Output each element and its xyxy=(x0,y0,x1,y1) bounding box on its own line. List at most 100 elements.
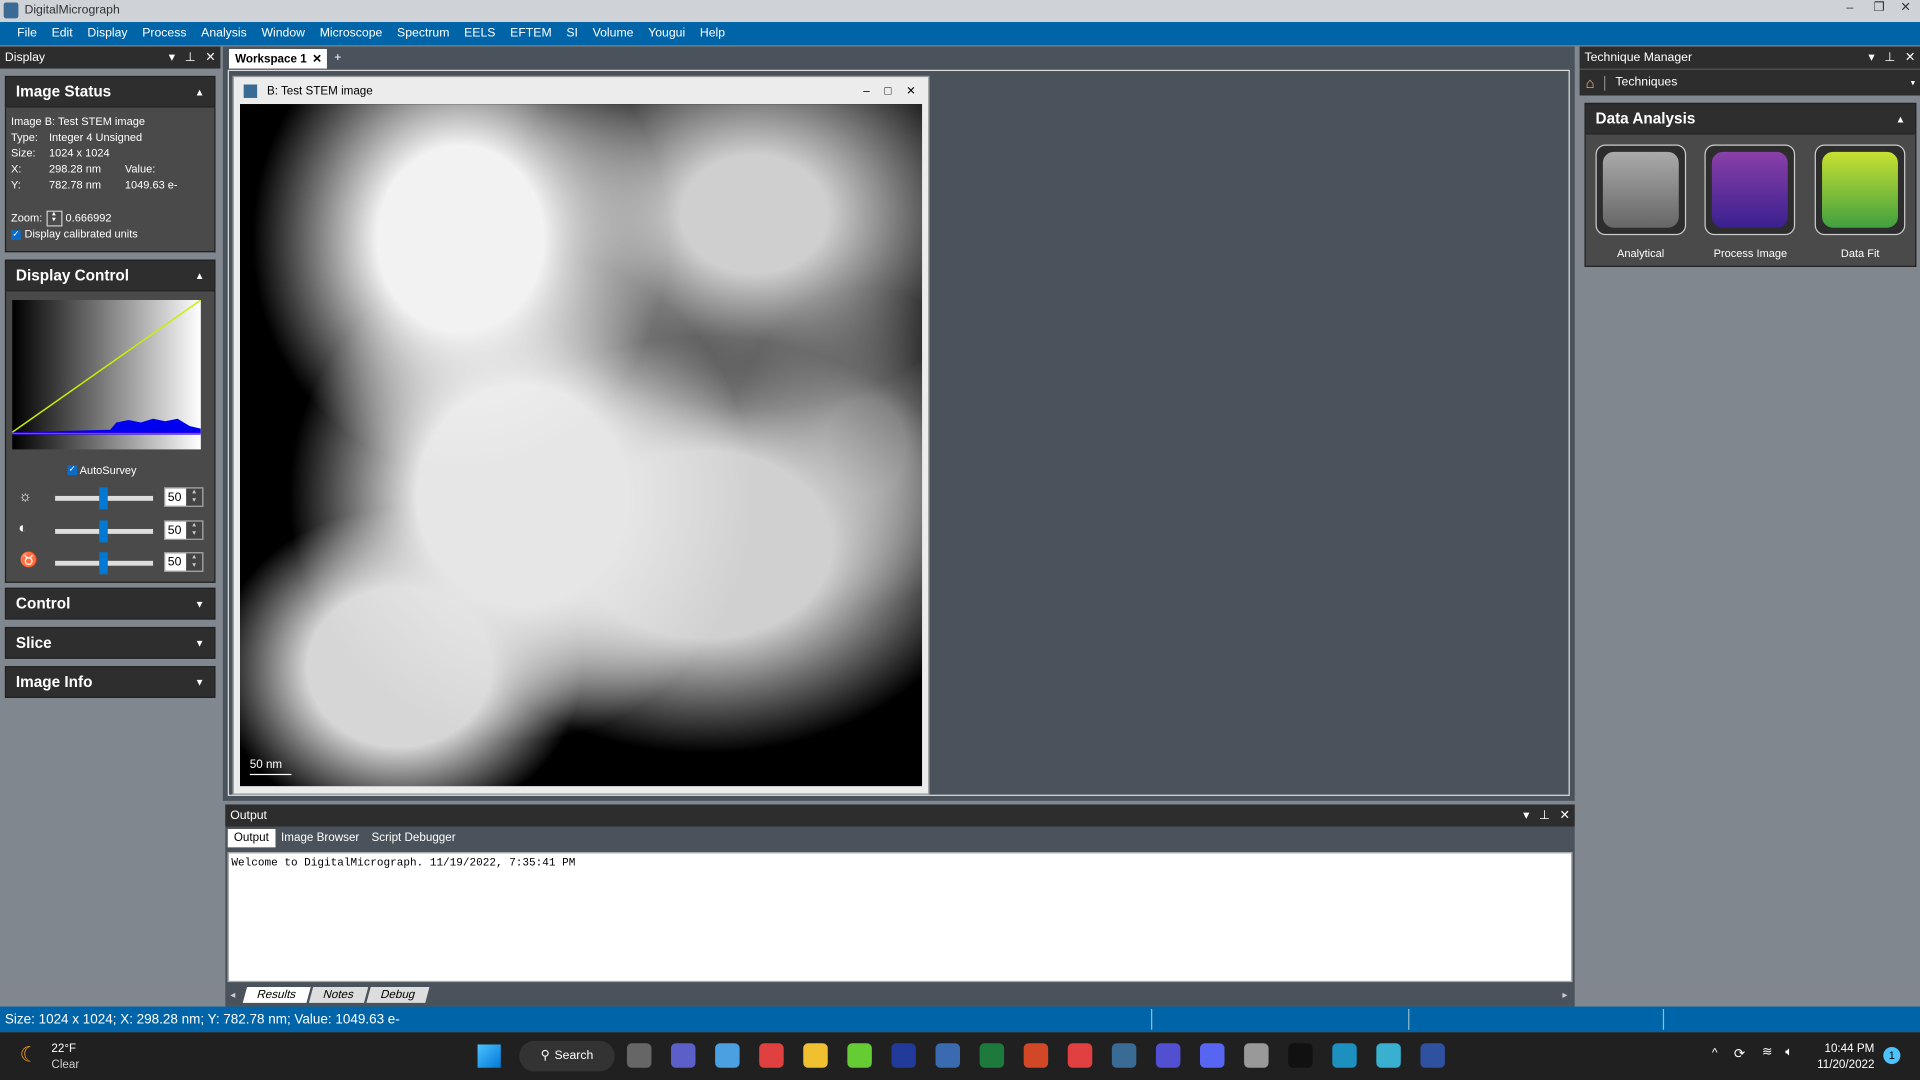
contrast-input[interactable]: 50 ▴ ▾ xyxy=(164,520,204,541)
gradient-bar xyxy=(12,434,201,450)
slice-section[interactable]: Slice ▼ xyxy=(4,626,216,659)
tile-process-image[interactable]: Process Image xyxy=(1705,144,1796,265)
menu-eftem[interactable]: EFTEM xyxy=(510,27,551,40)
scroll-left-icon[interactable]: ◂ xyxy=(230,989,235,1000)
close-icon[interactable]: ✕ xyxy=(205,51,215,64)
output-text[interactable]: Welcome to DigitalMicrograph. 11/19/2022… xyxy=(227,852,1573,983)
pin-icon[interactable]: ⊥ xyxy=(185,51,196,64)
terminal-icon[interactable] xyxy=(1288,1043,1313,1068)
app-blue-icon[interactable] xyxy=(891,1043,916,1068)
menu-window[interactable]: Window xyxy=(261,27,305,40)
brightness-slider[interactable] xyxy=(55,487,154,510)
menu-help[interactable]: Help xyxy=(700,27,725,40)
paint-icon[interactable] xyxy=(1376,1043,1401,1068)
edge-icon[interactable] xyxy=(1332,1043,1357,1068)
zoom-stepper[interactable]: ▴ ▾ xyxy=(45,210,62,227)
close-tab-icon[interactable]: ✕ xyxy=(312,52,322,65)
menu-edit[interactable]: Edit xyxy=(52,27,73,40)
menu-analysis[interactable]: Analysis xyxy=(201,27,247,40)
menu-file[interactable]: File xyxy=(17,27,37,40)
tab-notes[interactable]: Notes xyxy=(308,986,368,1003)
close-button[interactable]: ✕ xyxy=(1900,1,1910,14)
calibrated-checkbox[interactable]: ✓ xyxy=(11,229,21,240)
dropdown-icon[interactable]: ▾ xyxy=(1523,809,1529,822)
dropdown-icon[interactable]: ▾ xyxy=(169,51,175,64)
tray-chevron-icon[interactable]: ^ xyxy=(1712,1047,1718,1060)
search-box[interactable]: ⚲ Search xyxy=(519,1040,615,1072)
contrast-slider[interactable] xyxy=(55,520,154,543)
scroll-right-icon[interactable]: ▸ xyxy=(1562,989,1567,1000)
media-app-icon[interactable] xyxy=(935,1043,961,1068)
gamma-slider[interactable] xyxy=(55,552,154,575)
pie-chart-icon xyxy=(1602,151,1679,228)
minimize-icon[interactable]: – xyxy=(863,84,869,97)
dropdown-icon[interactable]: ▾ xyxy=(1868,51,1874,64)
techniques-breadcrumb[interactable]: ⌂ Techniques ▾ xyxy=(1579,68,1920,96)
control-section[interactable]: Control ▼ xyxy=(4,587,216,620)
autosurvey-checkbox[interactable]: ✓ AutoSurvey xyxy=(67,464,137,476)
excel-icon[interactable] xyxy=(979,1043,1005,1068)
clock-time[interactable]: 10:44 PM xyxy=(1824,1042,1874,1055)
add-workspace-button[interactable]: + xyxy=(334,51,341,64)
menu-spectrum[interactable]: Spectrum xyxy=(397,27,449,40)
dreamweaver-icon[interactable] xyxy=(847,1043,872,1068)
maximize-icon[interactable]: □ xyxy=(884,84,891,97)
chrome-icon[interactable] xyxy=(759,1043,784,1068)
close-icon[interactable]: ✕ xyxy=(906,84,916,97)
stem-image[interactable]: 50 nm xyxy=(240,104,923,787)
remote-desktop-icon[interactable] xyxy=(1420,1043,1445,1068)
file-explorer-icon[interactable] xyxy=(803,1043,828,1068)
image-status-header[interactable]: Image Status ▲ xyxy=(4,75,216,108)
restore-button[interactable]: ❐ xyxy=(1873,1,1884,14)
image-window-titlebar[interactable]: B: Test STEM image – □ ✕ xyxy=(234,77,928,104)
wifi-icon[interactable]: ≋ xyxy=(1762,1046,1772,1059)
teams-chat-icon[interactable] xyxy=(671,1043,696,1068)
start-button[interactable] xyxy=(477,1044,501,1068)
tab-results[interactable]: Results xyxy=(242,986,311,1003)
pin-icon[interactable]: ⊥ xyxy=(1539,809,1550,822)
task-view-icon[interactable] xyxy=(626,1043,652,1068)
weather-desc[interactable]: Clear xyxy=(51,1058,79,1071)
chrome-profile-icon[interactable] xyxy=(1067,1043,1093,1068)
weather-temp[interactable]: 22°F xyxy=(51,1042,76,1055)
pin-icon[interactable]: ⊥ xyxy=(1884,51,1895,64)
menu-display[interactable]: Display xyxy=(87,27,127,40)
menu-microscope[interactable]: Microscope xyxy=(320,27,383,40)
home-icon[interactable]: ⌂ xyxy=(1586,74,1595,91)
tab-script-debugger[interactable]: Script Debugger xyxy=(365,829,461,847)
notification-badge[interactable]: 1 xyxy=(1883,1046,1901,1065)
app-window: DigitalMicrograph – ❐ ✕ File Edit Display P… xyxy=(0,0,1920,1080)
python-icon[interactable] xyxy=(1244,1043,1269,1068)
image-info-section[interactable]: Image Info ▼ xyxy=(4,666,216,698)
powerpoint-icon[interactable] xyxy=(1023,1043,1049,1068)
close-icon[interactable]: ✕ xyxy=(1905,51,1915,64)
tab-debug[interactable]: Debug xyxy=(365,986,429,1003)
tile-analytical[interactable]: Analytical xyxy=(1595,144,1686,265)
discord-icon[interactable] xyxy=(1200,1043,1225,1068)
tile-data-fit[interactable]: Data Fit xyxy=(1814,144,1906,265)
webex-icon[interactable] xyxy=(1155,1043,1181,1068)
minimize-button[interactable]: – xyxy=(1847,1,1854,14)
weather-moon-icon[interactable]: ☾ xyxy=(20,1043,39,1067)
clock-date[interactable]: 11/20/2022 xyxy=(1817,1058,1874,1071)
tab-output[interactable]: Output xyxy=(227,828,275,848)
image-window[interactable]: B: Test STEM image – □ ✕ 50 nm xyxy=(232,75,930,795)
digitalmicrograph-icon[interactable] xyxy=(1111,1043,1137,1068)
histogram[interactable] xyxy=(12,300,201,435)
data-analysis-header[interactable]: Data Analysis ▲ xyxy=(1584,102,1917,135)
sync-icon[interactable]: ⟳ xyxy=(1734,1046,1745,1062)
x-value: 298.28 nm xyxy=(48,162,102,176)
display-control-header[interactable]: Display Control ▲ xyxy=(4,259,216,292)
tab-image-browser[interactable]: Image Browser xyxy=(275,829,365,847)
menu-eels[interactable]: EELS xyxy=(464,27,495,40)
menu-volume[interactable]: Volume xyxy=(593,27,634,40)
menu-process[interactable]: Process xyxy=(142,27,186,40)
volume-icon[interactable]: 🔈︎ xyxy=(1785,1046,1792,1059)
menu-si[interactable]: SI xyxy=(566,27,578,40)
notepad-icon[interactable] xyxy=(715,1043,740,1068)
gamma-input[interactable]: 50 ▴ ▾ xyxy=(164,552,204,572)
menu-yougui[interactable]: Yougui xyxy=(648,27,685,40)
close-icon[interactable]: ✕ xyxy=(1560,809,1570,822)
brightness-input[interactable]: 50 ▴ ▾ xyxy=(164,487,204,507)
tab-workspace-1[interactable]: Workspace 1 ✕ xyxy=(228,48,327,69)
